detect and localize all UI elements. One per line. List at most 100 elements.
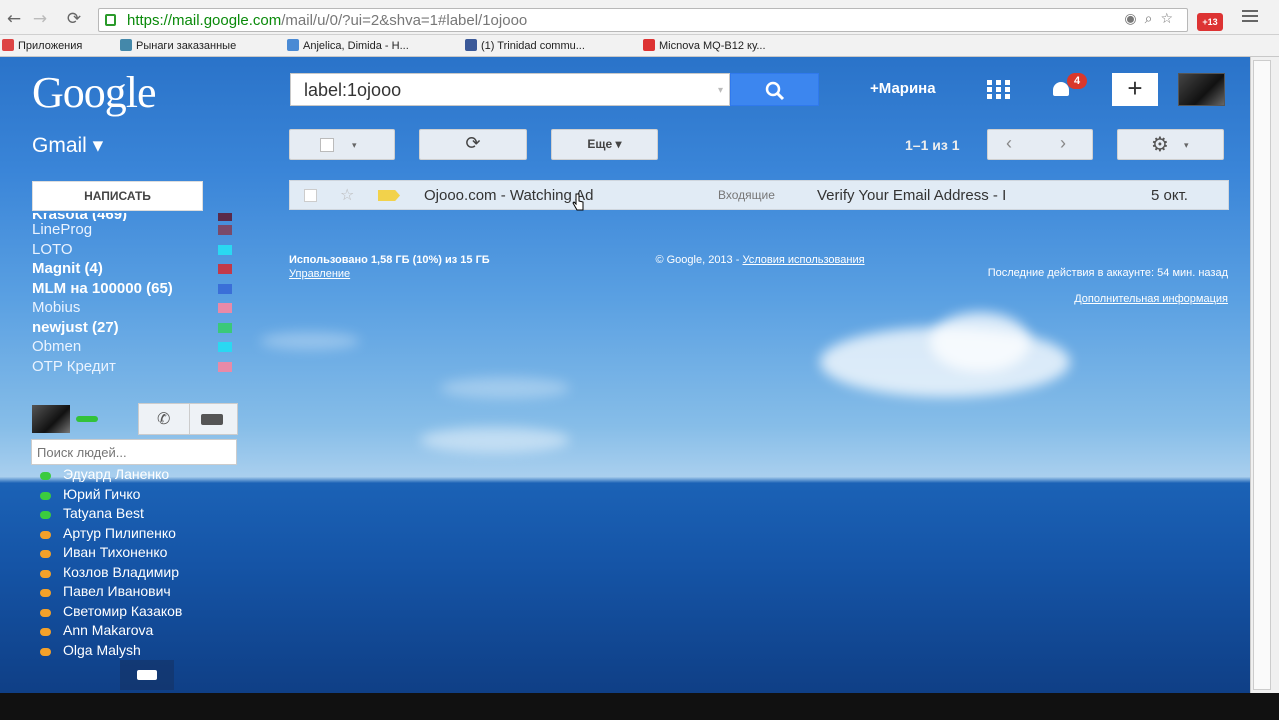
label-color-swatch (218, 264, 232, 274)
contact-item[interactable]: Юрий Гичко (38, 486, 258, 506)
status-idle-icon (40, 647, 51, 656)
sidebar-label[interactable]: newjust (27) (32, 319, 242, 339)
status-online-icon (40, 472, 51, 480)
labels-list: Krasota (469) LineProg LOTO Magnit (4) M… (32, 213, 242, 377)
sidebar-label[interactable]: Mobius (32, 299, 242, 319)
eye-icon[interactable]: ◉ (1124, 11, 1144, 27)
compose-button[interactable]: НАПИСАТЬ (32, 181, 203, 211)
label-color-swatch (218, 213, 232, 221)
bookmark-4[interactable]: Micnova MQ-B12 ку... (643, 39, 766, 52)
search-options-icon[interactable]: ▾ (718, 85, 723, 96)
more-button[interactable]: Еще ▾ (551, 129, 658, 160)
star-icon[interactable]: ☆ (340, 185, 354, 204)
gmail-menu-label[interactable]: Gmail ▾ (32, 133, 103, 158)
share-plus-button[interactable]: + (1112, 73, 1158, 106)
sidebar-label[interactable]: Obmen (32, 338, 242, 358)
contact-item[interactable]: Светомир Казаков (38, 603, 258, 623)
bookmark-1[interactable]: Рынаги заказанные (120, 39, 236, 52)
last-activity: Последние действия в аккаунте: 54 мин. н… (987, 267, 1228, 279)
status-idle-icon (40, 589, 51, 597)
url-text[interactable]: https://mail.google.com/mail/u/0/?ui=2&s… (127, 12, 527, 29)
chat-bubble-icon (137, 670, 157, 680)
details-link[interactable]: Дополнительная информация (940, 293, 1228, 305)
more-label: Еще ▾ (587, 137, 622, 151)
sidebar-label[interactable]: LOTO (32, 241, 242, 261)
facebook-icon (465, 39, 477, 51)
user-profile-link[interactable]: +Марина (870, 80, 936, 97)
contact-item[interactable]: Ann Makarova (38, 622, 258, 642)
zoom-icon[interactable]: ⌕ (1145, 11, 1161, 27)
manage-storage-link[interactable]: Управление (289, 268, 350, 280)
mouse-cursor-icon (572, 193, 584, 211)
scrollbar-thumb[interactable] (1253, 60, 1271, 690)
bookmark-2[interactable]: Anjelica, Dimida - H... (287, 39, 409, 52)
status-idle-icon (40, 530, 51, 539)
menu-icon[interactable] (1242, 10, 1258, 24)
page-icon (287, 39, 299, 51)
chat-toggle-button[interactable] (120, 660, 174, 690)
apps-grid-icon[interactable] (987, 80, 1011, 100)
folder-icon (120, 39, 132, 51)
contact-item[interactable]: Козлов Владимир (38, 564, 258, 584)
status-idle-icon (40, 628, 51, 636)
select-checkbox-button[interactable]: ▾ (289, 129, 395, 160)
copyright: © Google, 2013 - Условия использования (655, 254, 865, 266)
people-search-input[interactable] (31, 439, 237, 465)
gear-icon: ⚙ (1151, 132, 1169, 156)
contact-item[interactable]: Артур Пилипенко (38, 525, 258, 545)
bookmark-3[interactable]: (1) Trinidad commu... (465, 39, 585, 52)
forward-icon[interactable]: → (30, 9, 50, 29)
account-avatar[interactable] (1178, 73, 1225, 106)
email-row[interactable]: ☆ Ojooo.com - Watching Ad Входящие Verif… (289, 180, 1229, 210)
sidebar-label[interactable]: OTP Кредит (32, 358, 242, 378)
address-bar[interactable]: https://mail.google.com/mail/u/0/?ui=2&s… (98, 8, 1188, 32)
refresh-icon: ⟳ (465, 133, 481, 154)
search-button[interactable] (730, 73, 819, 106)
status-online-icon (40, 491, 51, 500)
label-color-swatch (218, 322, 232, 333)
chevron-left-icon[interactable]: ‹ (1006, 133, 1012, 154)
contact-item[interactable]: Olga Malysh (38, 642, 258, 662)
bookmarks-bar: Приложения Рынаги заказанные Anjelica, D… (0, 35, 1279, 57)
cloud-background (260, 332, 360, 350)
refresh-button[interactable]: ⟳ (419, 129, 527, 160)
status-idle-icon (40, 608, 51, 617)
video-camera-icon[interactable] (201, 414, 223, 425)
label-color-swatch (218, 342, 232, 352)
lock-icon (105, 14, 116, 26)
select-checkbox[interactable] (320, 138, 334, 152)
terms-link[interactable]: Условия использования (742, 254, 864, 266)
sidebar-label[interactable]: LineProg (32, 221, 242, 241)
chat-avatar[interactable] (32, 405, 70, 433)
status-idle-icon (40, 550, 51, 558)
browser-toolbar: ← → ⟳ https://mail.google.com/mail/u/0/?… (0, 0, 1279, 35)
sidebar-label[interactable]: Krasota (469) (32, 213, 242, 221)
extension-badge-icon[interactable]: +13 (1197, 13, 1223, 31)
star-icon[interactable]: ☆ (1160, 11, 1181, 27)
label-color-swatch (218, 361, 232, 372)
contact-item[interactable]: Эдуард Ланенко (38, 466, 258, 486)
label-color-swatch (218, 244, 232, 255)
importance-marker-icon[interactable] (378, 190, 400, 201)
sidebar-label[interactable]: Magnit (4) (32, 260, 242, 280)
inbox-tag[interactable]: Входящие (718, 188, 775, 202)
settings-button[interactable]: ⚙ ▾ (1117, 129, 1224, 160)
contact-item[interactable]: Иван Тихоненко (38, 544, 258, 564)
bookmark-apps[interactable]: Приложения (2, 39, 82, 52)
search-input[interactable]: label:1ojooo ▾ (290, 73, 730, 106)
sidebar-label[interactable]: MLM на 100000 (65) (32, 280, 242, 300)
contact-item[interactable]: Tatyana Best (38, 505, 258, 525)
back-icon[interactable]: ← (4, 9, 24, 29)
search-value: label:1ojooo (304, 80, 402, 100)
cloud-background (440, 377, 570, 399)
chevron-down-icon: ▾ (352, 140, 357, 150)
email-checkbox[interactable] (304, 189, 317, 202)
storage-usage: Использовано 1,58 ГБ (10%) из 15 ГБ (289, 254, 490, 266)
chat-status-indicator[interactable] (76, 416, 98, 422)
chevron-right-icon[interactable]: › (1060, 133, 1066, 154)
pagination-text: 1–1 из 1 (905, 137, 960, 153)
reload-icon[interactable]: ⟳ (64, 9, 84, 29)
google-logo[interactable]: Google (32, 67, 157, 118)
phone-icon[interactable]: ✆ (157, 409, 170, 428)
contact-item[interactable]: Павел Иванович (38, 583, 258, 603)
